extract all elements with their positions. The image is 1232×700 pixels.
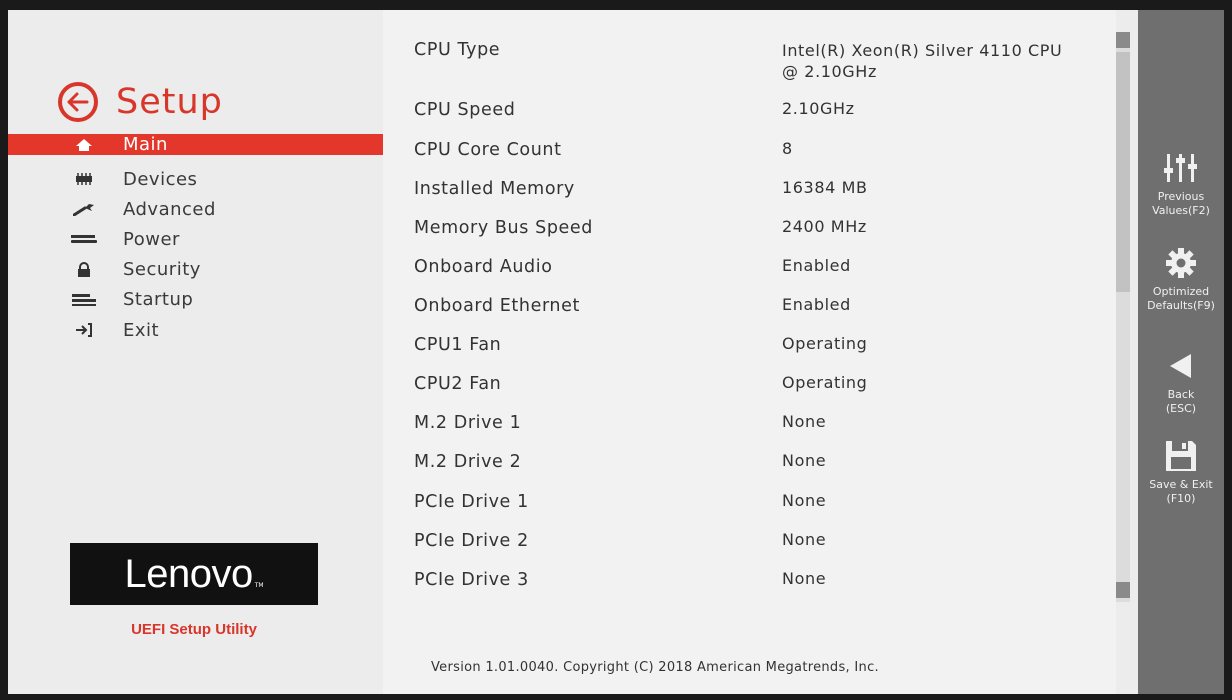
nav-item-devices[interactable]: Devices <box>8 164 383 194</box>
row-label: CPU Type <box>414 40 501 60</box>
sliders-icon <box>1138 150 1224 186</box>
row-label: PCIe Drive 1 <box>414 492 529 512</box>
action-label-line2: Values(F2) <box>1152 204 1210 217</box>
save-and-exit-button[interactable]: Save & Exit (F10) <box>1138 438 1224 506</box>
row-value: None <box>782 569 827 588</box>
action-label-line1: Previous <box>1157 190 1205 203</box>
action-panel: Previous Values(F2) Optimized Defaults(F… <box>1138 10 1224 694</box>
main-content: CPU Type Intel(R) Xeon(R) Silver 4110 CP… <box>383 10 1116 694</box>
nav-item-startup[interactable]: Startup <box>8 285 383 315</box>
brand-trademark: TM <box>254 581 264 589</box>
nav-item-label: Security <box>123 259 201 281</box>
back-arrow-icon <box>1138 348 1224 384</box>
row-label: Installed Memory <box>414 179 575 199</box>
nav-item-label: Advanced <box>123 198 216 220</box>
nav-item-exit[interactable]: Exit <box>8 315 383 345</box>
row-label: Onboard Ethernet <box>414 296 580 316</box>
row-value: None <box>782 491 827 510</box>
nav-item-advanced[interactable]: Advanced <box>8 194 383 224</box>
nav-item-main[interactable]: Main <box>8 134 383 155</box>
row-value: 8 <box>782 139 793 158</box>
action-label-line2: (ESC) <box>1165 402 1197 415</box>
home-icon <box>70 138 98 152</box>
row-label: CPU Core Count <box>414 140 562 160</box>
setup-header: Setup <box>58 80 223 124</box>
setup-title: Setup <box>116 82 223 122</box>
action-label-line1: Optimized <box>1152 285 1210 298</box>
wrench-icon <box>70 202 98 217</box>
nav-item-label: Devices <box>123 168 198 190</box>
row-label: M.2 Drive 1 <box>414 413 522 433</box>
back-circle-icon[interactable] <box>58 82 98 122</box>
optimized-defaults-button[interactable]: Optimized Defaults(F9) <box>1138 245 1224 313</box>
version-text: Version 1.01.0040. Copyright (C) 2018 Am… <box>431 660 879 675</box>
row-value: Intel(R) Xeon(R) Silver 4110 CPU @ 2.10G… <box>782 41 1063 81</box>
action-label-line2: (F10) <box>1166 492 1196 505</box>
chip-icon <box>70 173 98 186</box>
startup-icon <box>70 293 98 307</box>
row-value: 2400 MHz <box>782 217 867 236</box>
scrollbar-up-arrow[interactable] <box>1116 32 1130 48</box>
bios-screen: Setup Main Devices Advanced Power Securi… <box>8 10 1224 694</box>
row-label: CPU Speed <box>414 100 516 120</box>
nav-item-label: Power <box>123 228 180 250</box>
scrollbar-down-arrow[interactable] <box>1116 582 1130 598</box>
row-value: None <box>782 412 827 431</box>
back-button[interactable]: Back (ESC) <box>1138 348 1224 416</box>
action-label-line2: Defaults(F9) <box>1147 299 1215 312</box>
action-label-line1: Back <box>1167 388 1195 401</box>
action-label-line1: Save & Exit <box>1149 478 1213 491</box>
power-icon <box>70 233 98 245</box>
row-label: PCIe Drive 3 <box>414 570 529 590</box>
row-value: Operating <box>782 373 868 392</box>
nav-item-power[interactable]: Power <box>8 224 383 254</box>
brand-name: Lenovo <box>124 551 253 596</box>
row-value: 2.10GHz <box>782 99 855 118</box>
nav-item-label: Exit <box>123 319 160 341</box>
row-label: CPU1 Fan <box>414 335 502 355</box>
row-label: Memory Bus Speed <box>414 218 593 238</box>
nav-item-label: Startup <box>123 289 194 311</box>
row-label: PCIe Drive 2 <box>414 531 529 551</box>
nav-item-label: Main <box>123 134 168 155</box>
lock-icon <box>70 261 98 278</box>
row-label: M.2 Drive 2 <box>414 452 522 472</box>
row-label: Onboard Audio <box>414 257 553 277</box>
left-navigation: Setup Main Devices Advanced Power Securi… <box>8 10 383 694</box>
nav-menu: Main Devices Advanced Power Security Sta… <box>8 134 383 345</box>
row-value: None <box>782 451 827 470</box>
utility-subtitle: UEFI Setup Utility <box>131 621 257 638</box>
nav-item-security[interactable]: Security <box>8 255 383 285</box>
lenovo-logo: Lenovo TM <box>70 543 318 605</box>
row-value: None <box>782 530 827 549</box>
row-value: Operating <box>782 334 868 353</box>
exit-icon <box>70 323 98 338</box>
row-label: CPU2 Fan <box>414 374 502 394</box>
save-icon <box>1138 438 1224 474</box>
row-value: 16384 MB <box>782 178 868 197</box>
previous-values-button[interactable]: Previous Values(F2) <box>1138 150 1224 218</box>
scrollbar-thumb[interactable] <box>1116 52 1130 292</box>
row-value: Enabled <box>782 295 851 314</box>
gear-icon <box>1138 245 1224 281</box>
row-value: Enabled <box>782 256 851 275</box>
